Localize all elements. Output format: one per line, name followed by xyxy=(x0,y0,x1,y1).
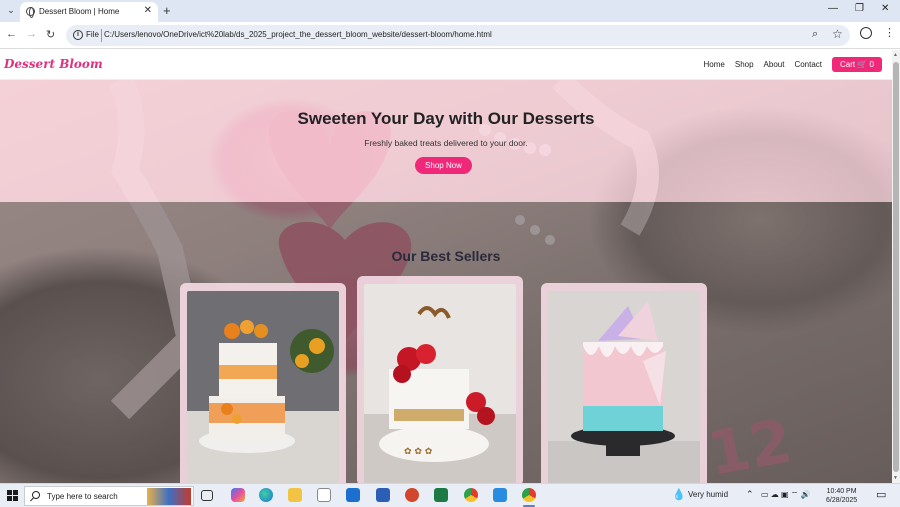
nav-shop-link[interactable]: Shop xyxy=(735,60,754,69)
reload-button[interactable]: ↻ xyxy=(46,28,55,41)
clock-date: 6/28/2025 xyxy=(826,497,858,504)
nav-about-link[interactable]: About xyxy=(764,60,785,69)
site-logo[interactable]: Dessert Bloom xyxy=(4,57,103,71)
nav-home-link[interactable]: Home xyxy=(704,60,725,69)
task-view-icon[interactable] xyxy=(201,490,213,501)
word-icon[interactable] xyxy=(376,488,390,502)
bookmark-star-icon[interactable]: ☆ xyxy=(832,27,843,41)
edge-icon[interactable] xyxy=(259,488,273,502)
site-navbar: Dessert Bloom Home Shop About Contact Ca… xyxy=(0,50,892,80)
restore-button[interactable]: ❐ xyxy=(855,3,864,14)
scroll-up-arrow-icon[interactable]: ▲ xyxy=(893,52,898,58)
red-rose-cake-image[interactable]: ✿ ✿ ✿ xyxy=(364,284,516,483)
file-explorer-icon[interactable] xyxy=(288,488,302,502)
url-text[interactable]: C:/Users/lenovo/OneDrive/ict%20lab/ds_20… xyxy=(104,30,492,39)
close-window-button[interactable]: ✕ xyxy=(881,3,889,14)
search-icon xyxy=(32,491,40,499)
powerpoint-icon[interactable] xyxy=(405,488,419,502)
tab-close-button[interactable]: ✕ xyxy=(144,5,152,16)
best-sellers-title: Our Best Sellers xyxy=(391,248,501,264)
product-card[interactable] xyxy=(180,283,346,483)
chrome-icon[interactable] xyxy=(464,488,478,502)
shop-now-button[interactable]: Shop Now xyxy=(415,157,472,174)
info-icon[interactable]: i xyxy=(73,30,83,40)
taskbar-search-box[interactable]: Type here to search xyxy=(24,486,194,506)
search-highlight-image xyxy=(147,488,191,505)
product-card[interactable] xyxy=(541,283,707,483)
nav-contact-link[interactable]: Contact xyxy=(794,60,822,69)
weather-text[interactable]: Very humid xyxy=(688,490,728,499)
scroll-down-arrow-icon[interactable]: ▼ xyxy=(893,475,898,481)
tab-home[interactable]: Dessert Bloom | Home ✕ xyxy=(20,2,158,22)
globe-icon xyxy=(26,7,35,18)
page-scrollbar[interactable]: ▲ ▼ xyxy=(892,50,900,483)
orange-floral-cake-image[interactable] xyxy=(187,291,339,483)
nav-links: Home Shop About Contact Cart 🛒 0 xyxy=(704,57,882,72)
minimize-button[interactable]: — xyxy=(828,3,838,14)
chevron-up-icon[interactable]: ⌃ xyxy=(746,489,754,500)
menu-kebab-icon[interactable]: ⋮ xyxy=(884,26,895,39)
cart-button[interactable]: Cart 🛒 0 xyxy=(832,57,882,72)
pastel-drip-cake-image[interactable] xyxy=(548,291,700,483)
hero-subheading: Freshly baked treats delivered to your d… xyxy=(364,138,528,148)
system-tray-icons[interactable]: ▭ ☁ ▣ ⌔ 🔊 xyxy=(761,490,811,500)
new-tab-button[interactable]: + xyxy=(163,3,171,18)
taskbar-clock[interactable]: 10:40 PM 6/28/2025 xyxy=(826,487,857,505)
divider xyxy=(101,29,102,42)
windows-taskbar: Type here to search 💧 Very humid ⌃ ▭ ☁ ▣… xyxy=(0,483,900,507)
weather-droplet-icon[interactable]: 💧 xyxy=(672,488,686,501)
store-icon[interactable] xyxy=(317,488,331,502)
forward-button[interactable]: → xyxy=(26,28,37,40)
tab-strip: ⌄ Dessert Bloom | Home ✕ + — ❐ ✕ xyxy=(0,0,900,22)
tab-search-button[interactable]: ⌄ xyxy=(4,5,18,17)
profile-icon[interactable] xyxy=(860,27,872,39)
notifications-icon[interactable]: ▭ xyxy=(876,488,886,501)
back-button[interactable]: ← xyxy=(6,28,17,40)
scheme-label: File xyxy=(86,30,99,39)
product-card[interactable]: ✿ ✿ ✿ xyxy=(357,276,523,483)
outlook-icon[interactable] xyxy=(346,488,360,502)
excel-icon[interactable] xyxy=(434,488,448,502)
chrome-active-icon[interactable] xyxy=(522,488,536,502)
hero-heading: Sweeten Your Day with Our Desserts xyxy=(297,109,595,128)
copilot-icon[interactable] xyxy=(231,488,245,502)
scrollbar-thumb[interactable] xyxy=(893,62,899,472)
zoom-icon[interactable]: ⌕ xyxy=(812,28,818,41)
address-toolbar: ← → ↻ i File C:/Users/lenovo/OneDrive/ic… xyxy=(0,22,900,49)
clock-time: 10:40 PM xyxy=(826,488,857,495)
tab-title: Dessert Bloom | Home xyxy=(39,7,120,16)
vscode-icon[interactable] xyxy=(493,488,507,502)
windows-start-icon[interactable] xyxy=(7,490,18,501)
hero-section: Sweeten Your Day with Our Desserts Fresh… xyxy=(0,80,892,202)
search-placeholder: Type here to search xyxy=(47,492,118,501)
web-page: Dessert Bloom Home Shop About Contact Ca… xyxy=(0,50,892,483)
svg-text:✿ ✿ ✿: ✿ ✿ ✿ xyxy=(404,447,433,457)
address-bar[interactable]: i File C:/Users/lenovo/OneDrive/ict%20la… xyxy=(66,25,850,46)
